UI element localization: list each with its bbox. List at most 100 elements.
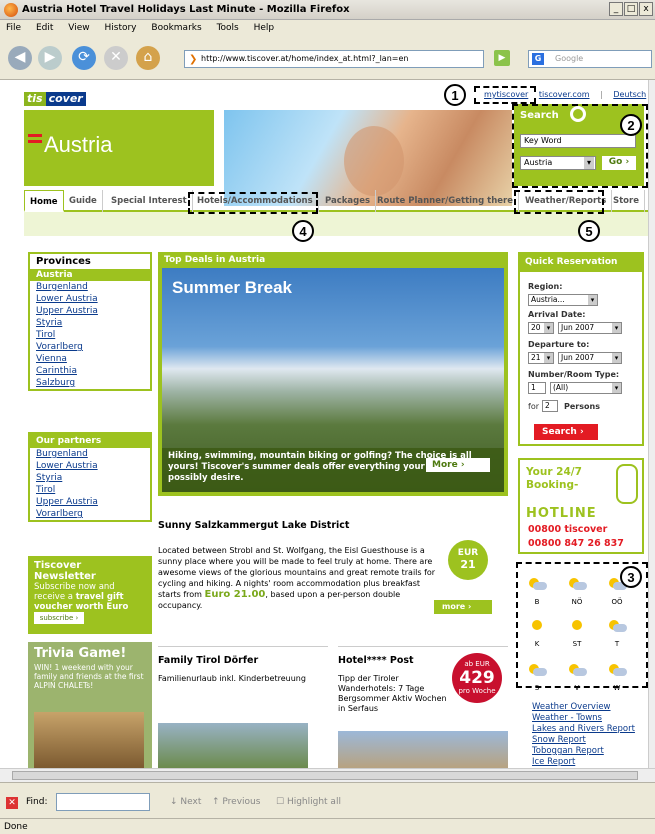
province-link[interactable]: Carinthia — [30, 365, 150, 377]
home-icon[interactable]: ⌂ — [136, 46, 160, 70]
province-link[interactable]: Lower Austria — [30, 293, 150, 305]
chalet-image — [34, 712, 144, 768]
find-previous-label: Previous — [222, 797, 261, 807]
arrival-month-select[interactable]: Jun 2007 — [558, 322, 622, 334]
weather-link[interactable]: Snow Report — [532, 735, 642, 746]
deals-more-button[interactable]: More › — [426, 458, 490, 472]
search-engine-box[interactable]: G Google — [528, 50, 652, 68]
address-bar[interactable]: ❯ http://www.tiscover.at/home/index_at.h… — [184, 50, 484, 68]
hotel-image[interactable] — [338, 731, 508, 768]
tab-special-interest[interactable]: Special Interest — [106, 190, 193, 212]
family-tirol-teaser: Family Tirol Dörfer Familienurlaub inkl.… — [158, 646, 328, 768]
room-type-select[interactable]: (All) — [550, 382, 622, 394]
horizontal-scrollbar[interactable] — [0, 768, 655, 782]
firefox-icon — [4, 3, 18, 17]
url-text: http://www.tiscover.at/home/index_at.htm… — [201, 54, 409, 63]
newsletter-text: Subscribe now and — [34, 582, 115, 592]
maximize-button[interactable]: □ — [624, 2, 638, 16]
forward-icon[interactable]: ▶ — [38, 46, 62, 70]
menu-help[interactable]: Help — [248, 20, 281, 33]
partner-link[interactable]: Vorarlberg — [30, 508, 150, 520]
scrollbar-thumb[interactable] — [12, 771, 638, 780]
tab-packages[interactable]: Packages — [320, 190, 377, 212]
province-link[interactable]: Tirol — [30, 329, 150, 341]
google-icon: G — [532, 53, 544, 65]
menu-file[interactable]: File — [0, 20, 27, 33]
menu-view[interactable]: View — [62, 20, 95, 33]
partner-link[interactable]: Tirol — [30, 484, 150, 496]
find-input[interactable] — [56, 793, 150, 811]
province-link[interactable]: Burgenland — [30, 281, 150, 293]
stop-icon[interactable]: ✕ — [104, 46, 128, 70]
find-previous-button[interactable]: ↑ Previous — [212, 797, 260, 807]
region-select[interactable]: Austria... — [528, 294, 598, 306]
url-arrow-icon: ❯ — [189, 54, 198, 65]
departure-month-select[interactable]: Jun 2007 — [558, 352, 622, 364]
weather-link[interactable]: Toboggan Report — [532, 746, 642, 757]
tab-route-planner[interactable]: Route Planner/Getting there — [372, 190, 519, 212]
menu-edit[interactable]: Edit — [30, 20, 59, 33]
weather-links: Weather Overview Weather - Towns Lakes a… — [532, 702, 642, 768]
partner-link[interactable]: Styria — [30, 472, 150, 484]
partner-link[interactable]: Burgenland — [30, 448, 150, 460]
search-placeholder: Google — [555, 54, 584, 63]
departure-day-select[interactable]: 21 — [528, 352, 554, 364]
tab-store[interactable]: Store — [608, 190, 645, 212]
partner-link[interactable]: Lower Austria — [30, 460, 150, 472]
reservation-search-button[interactable]: Search › — [534, 424, 598, 440]
province-selected[interactable]: Austria — [30, 269, 150, 281]
status-text: Done — [4, 822, 28, 832]
article-more-button[interactable]: more › — [434, 600, 492, 614]
weather-link[interactable]: Lakes and Rivers Report — [532, 724, 642, 735]
partner-link[interactable]: Upper Austria — [30, 496, 150, 508]
back-icon[interactable]: ◀ — [8, 46, 32, 70]
weather-link[interactable]: Ice Report — [532, 757, 642, 768]
province-link[interactable]: Vienna — [30, 353, 150, 365]
link-deutsch[interactable]: Deutsch — [613, 90, 646, 99]
reload-icon[interactable]: ⟳ — [72, 46, 96, 70]
vertical-scrollbar[interactable] — [648, 80, 655, 768]
menu-tools[interactable]: Tools — [211, 20, 245, 33]
find-label: Find: — [26, 797, 48, 807]
province-link[interactable]: Salzburg — [30, 377, 150, 389]
minimize-button[interactable]: _ — [609, 2, 623, 16]
family-title[interactable]: Family Tirol Dörfer — [158, 655, 328, 666]
menu-bar: File Edit View History Bookmarks Tools H… — [0, 20, 655, 38]
trivia-box[interactable]: Trivia Game! WIN! 1 weekend with your fa… — [28, 642, 152, 768]
family-image[interactable] — [158, 723, 308, 768]
family-text: Familienurlaub inkl. Kinderbetreuung — [158, 674, 306, 683]
salzkammergut-article: Sunny Salzkammergut Lake District Locate… — [158, 520, 438, 611]
menu-history[interactable]: History — [98, 20, 142, 33]
tiscover-logo[interactable]: tis cover — [24, 92, 86, 106]
room-count-input[interactable]: 1 — [528, 382, 546, 394]
persons-input[interactable]: 2 — [542, 400, 558, 412]
callout-box-4 — [188, 192, 318, 214]
link-tiscover-com[interactable]: tiscover.com — [539, 90, 590, 99]
callout-number-1: 1 — [444, 84, 466, 106]
province-link[interactable]: Upper Austria — [30, 305, 150, 317]
tab-home[interactable]: Home — [24, 190, 64, 212]
province-link[interactable]: Vorarlberg — [30, 341, 150, 353]
menu-bookmarks[interactable]: Bookmarks — [145, 20, 207, 33]
arrival-day-select[interactable]: 20 — [528, 322, 554, 334]
hotel-text: Tipp der Tiroler Wanderhotels: 7 Tage Be… — [338, 674, 447, 713]
highlight-all-checkbox[interactable]: ☐ Highlight all — [276, 797, 341, 807]
departure-label: Departure to: — [528, 340, 590, 349]
close-find-icon[interactable]: ✕ — [6, 797, 18, 809]
phone-icon — [616, 464, 638, 504]
article-title[interactable]: Sunny Salzkammergut Lake District — [158, 520, 438, 531]
go-icon[interactable]: ▶ — [494, 50, 510, 66]
close-button[interactable]: x — [639, 2, 653, 16]
find-next-button[interactable]: ↓ Next — [170, 797, 201, 807]
subscribe-button[interactable]: subscribe › — [34, 612, 84, 624]
weather-link[interactable]: Weather - Towns — [532, 713, 642, 724]
room-type-label: Number/Room Type: — [528, 370, 620, 379]
hotline-line1: Your 24/7 — [526, 466, 582, 478]
hotline-heading: HOTLINE — [526, 506, 597, 521]
austria-flag-mark — [28, 140, 42, 143]
for-label: for — [528, 402, 539, 411]
callout-box-1 — [474, 86, 536, 104]
tab-guide[interactable]: Guide — [64, 190, 103, 212]
weather-link[interactable]: Weather Overview — [532, 702, 642, 713]
province-link[interactable]: Styria — [30, 317, 150, 329]
